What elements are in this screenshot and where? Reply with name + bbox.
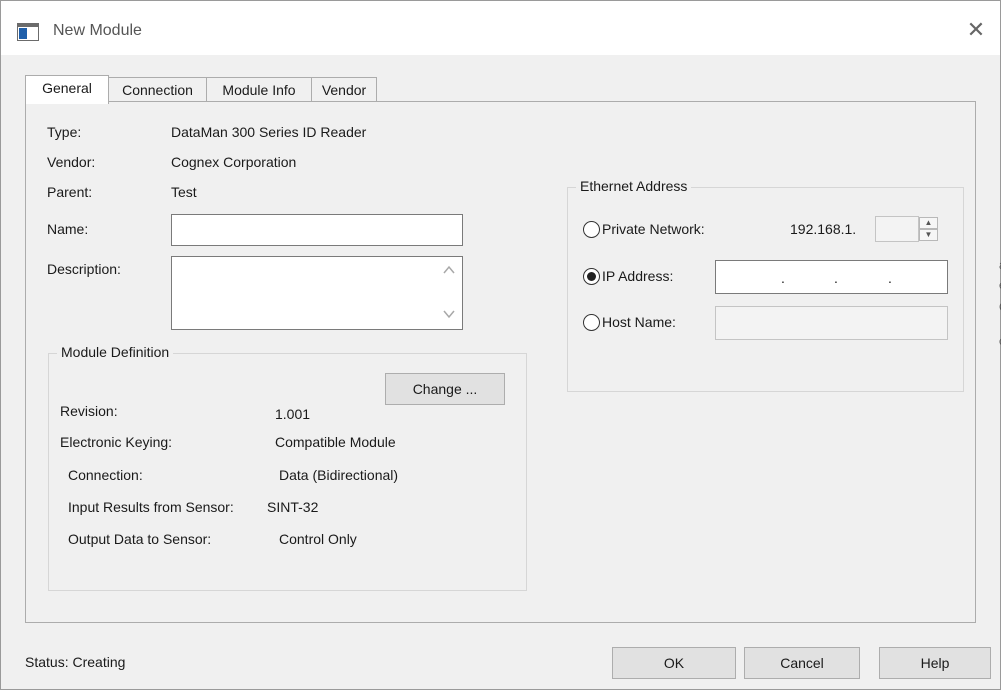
parent-label: Parent: bbox=[47, 184, 93, 200]
revision-value: 1.001 bbox=[275, 406, 311, 422]
host-name-label: Host Name: bbox=[602, 314, 676, 330]
private-network-radio[interactable] bbox=[583, 221, 600, 238]
electronic-keying-label: Electronic Keying: bbox=[60, 434, 173, 450]
type-label: Type: bbox=[47, 124, 82, 140]
name-label: Name: bbox=[47, 221, 89, 237]
ethernet-address-title: Ethernet Address bbox=[576, 178, 692, 194]
name-input[interactable] bbox=[171, 214, 463, 246]
ethernet-address-group: Ethernet Address Private Network: 192.16… bbox=[567, 178, 964, 392]
input-results-label: Input Results from Sensor: bbox=[68, 499, 234, 515]
general-tab-panel: Type: DataMan 300 Series ID Reader Vendo… bbox=[25, 101, 976, 623]
cancel-button[interactable]: Cancel bbox=[744, 647, 860, 679]
radio-selected-dot bbox=[587, 272, 596, 281]
parent-value: Test bbox=[171, 184, 197, 200]
private-network-octet-input[interactable] bbox=[875, 216, 919, 242]
private-network-label: Private Network: bbox=[602, 221, 705, 237]
ip-address-radio[interactable] bbox=[583, 268, 600, 285]
change-button[interactable]: Change ... bbox=[385, 373, 505, 405]
chevron-up-icon[interactable] bbox=[443, 265, 455, 275]
chevron-down-icon[interactable] bbox=[443, 309, 455, 319]
ip-octet-separator: . bbox=[888, 270, 892, 286]
input-results-value: SINT-32 bbox=[267, 499, 319, 515]
module-definition-group: Module Definition Change ... Revision: 1… bbox=[48, 344, 527, 591]
vendor-value: Cognex Corporation bbox=[171, 154, 297, 170]
description-input[interactable] bbox=[171, 256, 463, 330]
close-icon[interactable]: ✕ bbox=[961, 15, 991, 45]
private-network-prefix: 192.168.1. bbox=[790, 221, 857, 237]
ok-button[interactable]: OK bbox=[612, 647, 736, 679]
window-title: New Module bbox=[53, 22, 142, 39]
output-data-label: Output Data to Sensor: bbox=[68, 531, 212, 547]
ip-octet-separator: . bbox=[781, 270, 785, 286]
tab-general[interactable]: General bbox=[25, 75, 109, 104]
description-label: Description: bbox=[47, 261, 121, 277]
vendor-label: Vendor: bbox=[47, 154, 96, 170]
triangle-down-icon[interactable]: ▼ bbox=[919, 229, 938, 241]
tab-module-info[interactable]: Module Info bbox=[206, 77, 312, 103]
electronic-keying-value: Compatible Module bbox=[275, 434, 396, 450]
title-bar: New Module ✕ bbox=[1, 1, 1000, 55]
private-network-spinner[interactable]: ▲ ▼ bbox=[919, 217, 938, 241]
type-value: DataMan 300 Series ID Reader bbox=[171, 124, 367, 140]
status-text: Status: Creating bbox=[25, 654, 126, 670]
host-name-radio[interactable] bbox=[583, 314, 600, 331]
triangle-up-icon[interactable]: ▲ bbox=[919, 217, 938, 229]
output-data-value: Control Only bbox=[279, 531, 357, 547]
tab-vendor[interactable]: Vendor bbox=[311, 77, 377, 103]
ip-address-input[interactable]: . . . bbox=[715, 260, 948, 294]
host-name-input[interactable] bbox=[715, 306, 948, 340]
ip-octet-separator: . bbox=[834, 270, 838, 286]
connection-value: Data (Bidirectional) bbox=[279, 467, 399, 483]
connection-label: Connection: bbox=[68, 467, 143, 483]
window-icon bbox=[17, 23, 39, 41]
ip-address-label: IP Address: bbox=[602, 268, 674, 284]
new-module-dialog: New Module ✕ General Connection Module I… bbox=[0, 0, 1001, 690]
revision-label: Revision: bbox=[60, 403, 118, 419]
module-definition-title: Module Definition bbox=[57, 344, 174, 360]
tab-connection[interactable]: Connection bbox=[108, 77, 207, 103]
help-button[interactable]: Help bbox=[879, 647, 991, 679]
